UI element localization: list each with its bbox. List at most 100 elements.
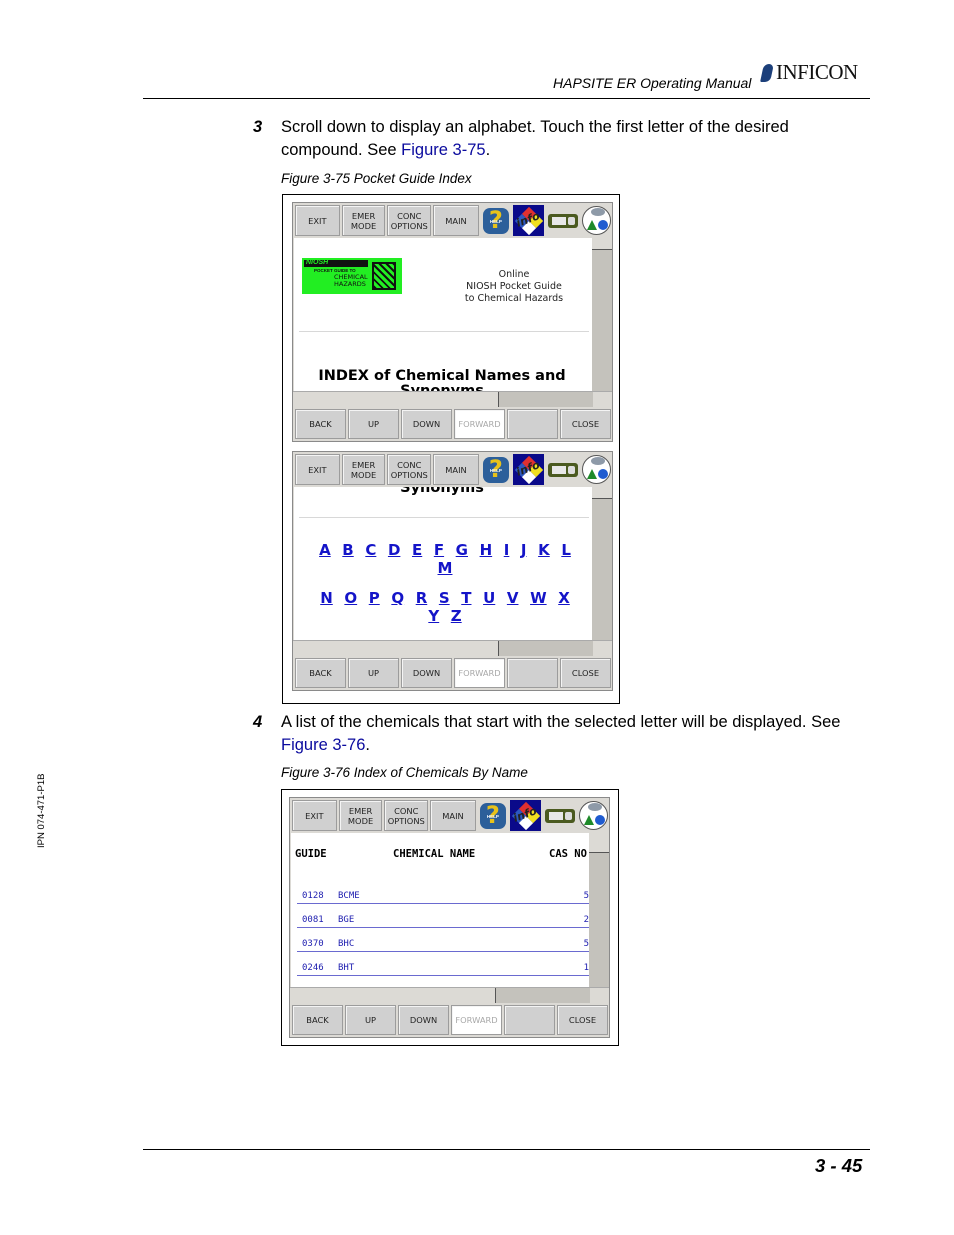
back-button[interactable]: BACK [292,1005,343,1035]
chemical-row[interactable]: 0370 BHC 5 [297,939,589,952]
help-icon[interactable]: ? HELP [479,800,507,831]
main-button[interactable]: MAIN [430,800,476,831]
back-button[interactable]: BACK [295,409,346,439]
device-icon[interactable] [547,205,579,236]
letter-link-y[interactable]: Y [428,607,439,625]
down-button[interactable]: DOWN [401,409,452,439]
letter-link-n[interactable]: N [320,589,333,607]
column-header-guide: GUIDE [295,848,327,860]
letter-link-j[interactable]: J [521,541,527,559]
figure-link[interactable]: Figure 3-76 [281,736,365,754]
environment-icon[interactable] [582,454,612,485]
letter-link-o[interactable]: O [344,589,357,607]
vertical-scrollbar[interactable] [592,238,612,391]
close-button[interactable]: CLOSE [560,658,611,688]
down-button[interactable]: DOWN [398,1005,449,1035]
chemical-row[interactable]: 0246 BHT 1 [297,963,589,976]
letter-link-i[interactable]: I [504,541,510,559]
letter-link-m[interactable]: M [438,559,453,577]
step-number: 4 [253,713,263,731]
up-button[interactable]: UP [348,658,399,688]
help-icon[interactable]: ? HELP [482,454,510,485]
alphabet-row-a-m: ABCDEFGHIJKL [300,541,590,559]
chemical-row[interactable]: 0081 BGE 2 [297,915,589,928]
step-body: A list of the chemicals that start with … [281,713,841,731]
blank-button[interactable] [507,409,558,439]
main-button[interactable]: MAIN [433,205,479,236]
up-button[interactable]: UP [348,409,399,439]
back-button[interactable]: BACK [295,658,346,688]
conc-options-button[interactable]: CONC OPTIONS [387,454,432,485]
letter-link-b[interactable]: B [342,541,353,559]
top-toolbar: EXIT EMER MODE CONC OPTIONS MAIN ? HELP inf… [293,203,612,237]
footer-rule [143,1149,870,1150]
forward-button[interactable]: FORWARD [451,1005,502,1035]
chemical-name: BGE [338,915,355,925]
step-end: . [365,735,370,754]
letter-link-g[interactable]: G [456,541,468,559]
close-button[interactable]: CLOSE [560,409,611,439]
letter-link-r[interactable]: R [416,589,428,607]
alphabet-row-n-z-wrap: YZ [300,607,590,625]
page-number: 3 - 45 [815,1155,863,1176]
blank-button[interactable] [507,658,558,688]
main-button[interactable]: MAIN [433,454,479,485]
vertical-scrollbar[interactable] [592,487,612,640]
letter-link-s[interactable]: S [439,589,450,607]
scroll-thumb[interactable] [592,238,612,250]
environment-icon[interactable] [582,205,612,236]
letter-link-v[interactable]: V [507,589,519,607]
pocket-guide-screen-alphabet: EXIT EMER MODE CONC OPTIONS MAIN ? HELP inf… [292,451,613,691]
conc-options-button[interactable]: CONC OPTIONS [384,800,429,831]
letter-link-z[interactable]: Z [451,607,462,625]
letter-link-t[interactable]: T [461,589,471,607]
letter-link-c[interactable]: C [365,541,376,559]
letter-link-q[interactable]: Q [391,589,404,607]
down-button[interactable]: DOWN [401,658,452,688]
exit-button[interactable]: EXIT [292,800,337,831]
environment-icon[interactable] [579,800,609,831]
emer-mode-button[interactable]: EMER MODE [341,205,386,236]
device-icon[interactable] [544,800,576,831]
letter-link-p[interactable]: P [369,589,380,607]
conc-options-button[interactable]: CONC OPTIONS [387,205,432,236]
step-end: . [485,140,491,159]
alphabet-content: Synonyms ABCDEFGHIJKL M NOPQRSTUVWX YZ [294,487,592,640]
exit-button[interactable]: EXIT [295,454,340,485]
up-button[interactable]: UP [345,1005,396,1035]
letter-link-f[interactable]: F [434,541,444,559]
conc-options-label: CONC OPTIONS [390,210,428,231]
exit-button[interactable]: EXIT [295,205,340,236]
figure-link[interactable]: Figure 3-75 [401,141,485,159]
info-hazard-icon[interactable]: info [509,800,542,831]
letter-link-h[interactable]: H [480,541,493,559]
letter-link-k[interactable]: K [538,541,550,559]
forward-button[interactable]: FORWARD [454,409,505,439]
vertical-scrollbar[interactable] [589,833,609,987]
forward-button[interactable]: FORWARD [454,658,505,688]
blank-button[interactable] [504,1005,555,1035]
letter-link-a[interactable]: A [319,541,331,559]
bottom-navbar: BACK UP DOWN FORWARD CLOSE [290,1003,609,1037]
scroll-thumb[interactable] [592,487,612,499]
letter-link-e[interactable]: E [412,541,422,559]
letter-link-u[interactable]: U [483,589,495,607]
pocket-guide-content: NIOSH POCKET GUIDE TO CHEMICAL HAZARDS On… [294,238,592,391]
info-hazard-icon[interactable]: info [512,205,545,236]
letter-link-l[interactable]: L [561,541,571,559]
letter-link-d[interactable]: D [388,541,400,559]
emer-mode-button[interactable]: EMER MODE [341,454,386,485]
info-hazard-icon[interactable]: info [512,454,545,485]
device-icon[interactable] [547,454,579,485]
manual-title: HAPSITE ER Operating Manual [553,75,752,91]
top-toolbar: EXIT EMER MODE CONC OPTIONS MAIN ? HELP inf… [290,798,609,832]
chemical-row[interactable]: 0128 BCME 5 [297,891,589,904]
letter-link-w[interactable]: W [530,589,547,607]
scroll-thumb[interactable] [589,833,609,853]
close-button[interactable]: CLOSE [557,1005,608,1035]
emer-mode-button[interactable]: EMER MODE [338,800,383,831]
help-icon[interactable]: ? HELP [482,205,510,236]
guide-number: 0128 [302,891,324,901]
letter-link-x[interactable]: X [558,589,570,607]
header-rule [143,98,870,99]
